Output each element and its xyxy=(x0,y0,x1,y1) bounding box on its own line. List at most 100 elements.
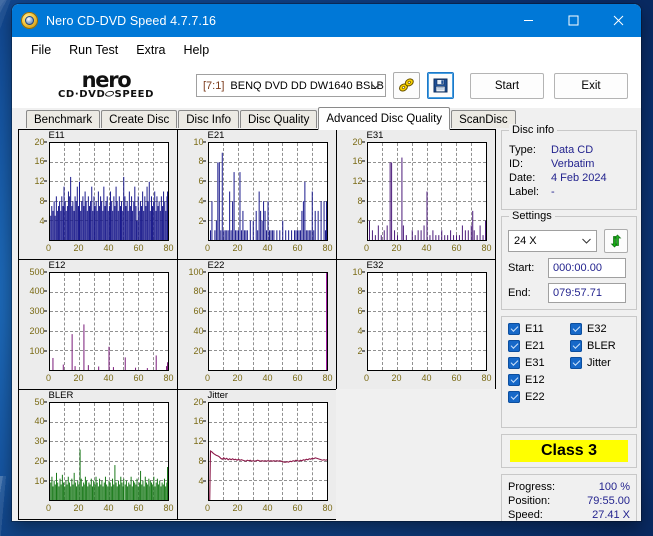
checkbox-bler[interactable]: BLER xyxy=(570,340,640,352)
y-tick-label: 300 xyxy=(29,306,45,317)
close-icon[interactable] xyxy=(596,4,641,37)
start-button[interactable]: Start xyxy=(470,72,544,99)
y-tick-mark xyxy=(43,330,47,332)
data-series xyxy=(209,143,327,240)
start-label: Start: xyxy=(508,262,535,274)
application-window: Nero CD-DVD Speed 4.7.7.16 File Run Test… xyxy=(12,4,641,521)
logo-subtitle: CD·DVD⬭SPEED xyxy=(30,89,182,100)
drive-select[interactable]: [7:1] BENQ DVD DD DW1640 BSLB xyxy=(196,74,386,97)
tab-disc-info[interactable]: Disc Info xyxy=(178,110,239,129)
checkbox-label: Jitter xyxy=(587,357,611,369)
plot-area xyxy=(48,271,169,371)
y-axis-labels: 2 4 6 8 10 xyxy=(337,267,365,371)
x-tick-label: 0 xyxy=(204,242,211,253)
x-tick-label: 60 xyxy=(133,372,144,383)
plot-area xyxy=(366,271,487,371)
drive-name: BENQ DVD DD DW1640 BSLB xyxy=(230,79,384,92)
series-checkbox-grid: E11 E32 E21 BLER E31 Jitter E12 E22 xyxy=(502,323,636,403)
y-tick-mark xyxy=(361,290,365,292)
logo-sub-left: CD·DVD xyxy=(57,88,106,100)
checkbox-e21[interactable]: E21 xyxy=(508,340,570,352)
y-axis-labels: 100 200 300 400 500 xyxy=(19,267,47,371)
x-axis-labels: 0 20 40 60 80 xyxy=(204,242,333,257)
checkmark-icon xyxy=(570,323,582,335)
data-series xyxy=(368,143,486,240)
exit-button[interactable]: Exit xyxy=(554,72,628,99)
refresh-green-arrows-icon xyxy=(610,234,622,248)
x-tick-label: 40 xyxy=(262,502,273,513)
minimize-icon[interactable] xyxy=(506,4,551,37)
x-tick-label: 80 xyxy=(481,242,492,253)
disc-info-value-label: - xyxy=(551,186,555,198)
disc-info-row-id: ID: Verbatim xyxy=(502,157,636,171)
y-tick-mark xyxy=(202,460,206,462)
tab-scandisc[interactable]: ScanDisc xyxy=(451,110,516,129)
window-controls xyxy=(506,4,641,37)
y-tick-mark xyxy=(43,160,47,162)
window-title: Nero CD-DVD Speed 4.7.7.16 xyxy=(46,13,217,28)
checkbox-e22[interactable]: E22 xyxy=(508,391,570,403)
x-tick-label: 40 xyxy=(103,502,114,513)
x-tick-label: 20 xyxy=(73,502,84,513)
y-tick-mark xyxy=(361,271,365,272)
x-tick-label: 40 xyxy=(262,372,273,383)
chevron-down-icon[interactable] xyxy=(371,75,380,96)
tab-content-advanced-disc-quality: E11 4 8 12 16 20 0 20 40 60 80 E21 2 4 6 8 10 0 20 40 60 80 … xyxy=(12,124,641,521)
y-tick-mark xyxy=(43,271,47,272)
x-tick-label: 20 xyxy=(232,242,243,253)
x-tick-label: 80 xyxy=(163,372,174,383)
checkbox-e11[interactable]: E11 xyxy=(508,323,570,335)
checkbox-e32[interactable]: E32 xyxy=(570,323,640,335)
end-label: End: xyxy=(508,287,531,299)
tab-advanced-disc-quality[interactable]: Advanced Disc Quality xyxy=(318,107,451,130)
drive-index: [7:1] xyxy=(203,79,225,92)
menu-help[interactable]: Help xyxy=(174,40,218,60)
data-series xyxy=(50,403,168,500)
x-tick-label: 0 xyxy=(363,372,370,383)
speed-row: 24 X xyxy=(502,217,636,253)
y-tick-mark xyxy=(361,310,365,312)
y-tick-mark xyxy=(361,160,365,162)
speed-select[interactable]: 24 X xyxy=(508,230,597,252)
menu-file[interactable]: File xyxy=(22,40,60,60)
chart-title: E12 xyxy=(48,259,66,271)
tab-create-disc[interactable]: Create Disc xyxy=(101,110,178,129)
y-tick-mark xyxy=(361,200,365,202)
speed-value: 27.41 X xyxy=(592,509,630,521)
x-tick-label: 80 xyxy=(322,242,333,253)
y-tick-label: 400 xyxy=(29,286,45,297)
maximize-icon[interactable] xyxy=(551,4,596,37)
x-tick-label: 60 xyxy=(451,372,462,383)
y-tick-mark xyxy=(43,460,47,462)
floppy-save-icon-button[interactable] xyxy=(427,72,454,99)
x-tick-label: 60 xyxy=(292,502,303,513)
disc-info-row-label: Label: - xyxy=(502,185,636,199)
checkbox-label: E32 xyxy=(587,323,607,335)
x-tick-label: 60 xyxy=(292,372,303,383)
start-input[interactable]: 000:00.00 xyxy=(548,258,626,278)
checkbox-e12[interactable]: E12 xyxy=(508,374,570,386)
x-tick-label: 60 xyxy=(133,502,144,513)
y-tick-mark xyxy=(202,420,206,422)
y-axis-labels: 10 20 30 40 50 xyxy=(19,397,47,501)
logo-sub-right: SPEED xyxy=(114,88,155,100)
chart-title: E32 xyxy=(366,259,384,271)
plot-area xyxy=(366,141,487,241)
refresh-button[interactable] xyxy=(604,229,628,253)
tab-disc-quality[interactable]: Disc Quality xyxy=(240,110,318,129)
tab-benchmark[interactable]: Benchmark xyxy=(26,110,101,129)
x-tick-label: 20 xyxy=(73,242,84,253)
chart-e12: E12 100 200 300 400 500 0 20 40 60 80 xyxy=(17,258,178,390)
x-tick-label: 20 xyxy=(391,242,402,253)
chevron-down-icon[interactable] xyxy=(582,236,591,246)
disc-info-value-date: 4 Feb 2024 xyxy=(551,172,607,184)
checkmark-icon xyxy=(508,391,520,403)
end-input[interactable]: 079:57.71 xyxy=(548,283,626,303)
checkbox-spacer-b xyxy=(570,391,640,403)
checkbox-jitter[interactable]: Jitter xyxy=(570,357,640,369)
menu-run-test[interactable]: Run Test xyxy=(60,40,127,60)
checkbox-e31[interactable]: E31 xyxy=(508,357,570,369)
disc-speed-icon-button[interactable] xyxy=(393,72,420,99)
y-tick-mark xyxy=(361,350,365,352)
menu-extra[interactable]: Extra xyxy=(127,40,174,60)
